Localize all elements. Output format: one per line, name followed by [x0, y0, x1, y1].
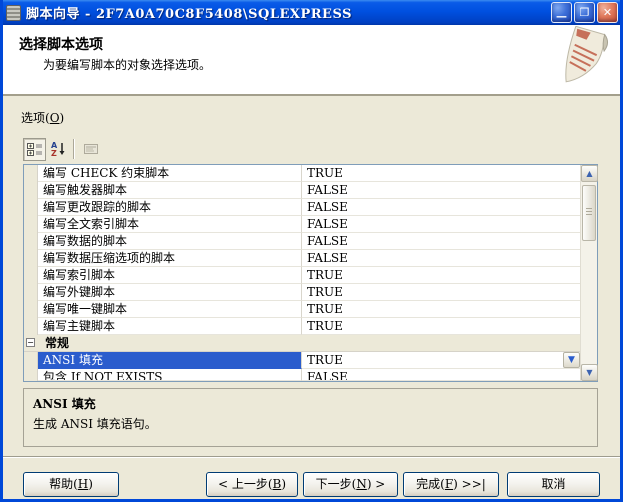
row-gutter [24, 182, 38, 199]
grid-property-row[interactable]: 编写索引脚本TRUE [24, 267, 580, 284]
property-name[interactable]: 编写更改跟踪的脚本 [38, 199, 302, 216]
minimize-button[interactable]: — [551, 2, 572, 23]
description-title: ANSI 填充 [24, 389, 597, 412]
finish-button[interactable]: 完成(F) >>| [403, 472, 499, 497]
row-gutter [24, 318, 38, 335]
property-name[interactable]: 编写 CHECK 约束脚本 [38, 165, 302, 182]
grid-property-row[interactable]: 编写外键脚本TRUE [24, 284, 580, 301]
collapse-minus-icon[interactable]: − [26, 338, 35, 347]
back-button[interactable]: < 上一步(B) [206, 472, 298, 497]
scroll-up-icon[interactable]: ▲ [581, 165, 598, 182]
close-icon: ✕ [603, 7, 612, 18]
close-button[interactable]: ✕ [597, 2, 618, 23]
property-value[interactable]: TRUE [302, 284, 580, 301]
script-paper-graphic [554, 26, 616, 97]
row-gutter [24, 284, 38, 301]
row-gutter [24, 199, 38, 216]
row-gutter [24, 165, 38, 182]
grid-property-row[interactable]: 编写数据压缩选项的脚本FALSE [24, 250, 580, 267]
grid-property-row[interactable]: 编写 CHECK 约束脚本TRUE [24, 165, 580, 182]
grid-property-row[interactable]: 编写数据的脚本FALSE [24, 233, 580, 250]
script-wizard-dialog: 脚本向导 - 2F7A0A70C8F5408\SQLEXPRESS — ❐ ✕ … [0, 0, 623, 502]
grid-property-row[interactable]: 编写唯一键脚本TRUE [24, 301, 580, 318]
property-name[interactable]: 编写全文索引脚本 [38, 216, 302, 233]
titlebar[interactable]: 脚本向导 - 2F7A0A70C8F5408\SQLEXPRESS — ❐ ✕ [0, 0, 623, 25]
property-name[interactable]: 编写唯一键脚本 [38, 301, 302, 318]
property-grid-toolbar: A Z [23, 137, 102, 161]
property-name[interactable]: ANSI 填充 [38, 352, 302, 369]
property-value[interactable]: FALSE [302, 182, 580, 199]
page-subtitle: 为要编写脚本的对象选择选项。 [43, 56, 211, 73]
property-name[interactable]: 编写触发器脚本 [38, 182, 302, 199]
property-name[interactable]: 编写数据压缩选项的脚本 [38, 250, 302, 267]
property-grid: 编写 CHECK 约束脚本TRUE编写触发器脚本FALSE编写更改跟踪的脚本FA… [23, 164, 598, 382]
app-icon [6, 5, 21, 21]
grid-property-row[interactable]: 编写主键脚本TRUE [24, 318, 580, 335]
page-title: 选择脚本选项 [19, 34, 103, 54]
grid-category-row[interactable]: −常规 [24, 335, 580, 352]
property-value[interactable]: FALSE [302, 369, 580, 381]
alphabetical-sort-icon: A Z [50, 141, 66, 157]
scrollbar-thumb[interactable] [582, 185, 596, 241]
property-value[interactable]: FALSE [302, 233, 580, 250]
scroll-down-icon[interactable]: ▼ [581, 364, 598, 381]
grid-property-row[interactable]: 包含 If NOT EXISTSFALSE [24, 369, 580, 381]
row-gutter [24, 216, 38, 233]
property-name[interactable]: 编写外键脚本 [38, 284, 302, 301]
cancel-button[interactable]: 取消 [507, 472, 600, 497]
description-text: 生成 ANSI 填充语句。 [24, 412, 597, 432]
property-description-panel: ANSI 填充 生成 ANSI 填充语句。 [23, 388, 598, 447]
property-name[interactable]: 编写数据的脚本 [38, 233, 302, 250]
alphabetical-sort-button[interactable]: A Z [46, 138, 69, 161]
footer-divider [3, 456, 620, 458]
property-pages-button [79, 138, 102, 161]
property-pages-icon [83, 141, 99, 157]
property-name[interactable]: 编写主键脚本 [38, 318, 302, 335]
window-title: 脚本向导 - 2F7A0A70C8F5408\SQLEXPRESS [26, 3, 549, 22]
property-value[interactable]: FALSE [302, 250, 580, 267]
grid-property-row[interactable]: 编写触发器脚本FALSE [24, 182, 580, 199]
value-dropdown-icon[interactable]: ▼ [563, 352, 580, 368]
next-button[interactable]: 下一步(N) > [303, 472, 398, 497]
row-gutter: − [24, 335, 38, 351]
maximize-icon: ❐ [580, 7, 590, 18]
property-value[interactable]: TRUE [302, 165, 580, 182]
row-gutter [24, 369, 38, 381]
row-gutter [24, 352, 38, 369]
grid-scrollbar[interactable]: ▲ ▼ [580, 165, 597, 381]
property-grid-rows: 编写 CHECK 约束脚本TRUE编写触发器脚本FALSE编写更改跟踪的脚本FA… [24, 165, 580, 381]
options-label: 选项(O) [21, 109, 64, 126]
property-value[interactable]: TRUE▼ [302, 352, 580, 369]
categorized-view-button[interactable] [23, 138, 46, 161]
property-value[interactable]: FALSE [302, 216, 580, 233]
maximize-button[interactable]: ❐ [574, 2, 595, 23]
grid-property-row[interactable]: ANSI 填充TRUE▼ [24, 352, 580, 369]
categorized-icon [27, 141, 43, 157]
category-label: 常规 [38, 335, 69, 351]
help-button[interactable]: 帮助(H) [23, 472, 119, 497]
property-name[interactable]: 包含 If NOT EXISTS [38, 369, 302, 381]
grid-property-row[interactable]: 编写更改跟踪的脚本FALSE [24, 199, 580, 216]
property-value[interactable]: FALSE [302, 199, 580, 216]
toolbar-separator [73, 139, 75, 159]
property-value[interactable]: TRUE [302, 318, 580, 335]
row-gutter [24, 250, 38, 267]
wizard-page-header: 选择脚本选项 为要编写脚本的对象选择选项。 [3, 25, 620, 96]
svg-text:Z: Z [51, 149, 57, 157]
row-gutter [24, 267, 38, 284]
row-gutter [24, 233, 38, 250]
grid-property-row[interactable]: 编写全文索引脚本FALSE [24, 216, 580, 233]
property-value[interactable]: TRUE [302, 267, 580, 284]
property-value[interactable]: TRUE [302, 301, 580, 318]
property-name[interactable]: 编写索引脚本 [38, 267, 302, 284]
row-gutter [24, 301, 38, 318]
minimize-icon: — [556, 11, 567, 22]
